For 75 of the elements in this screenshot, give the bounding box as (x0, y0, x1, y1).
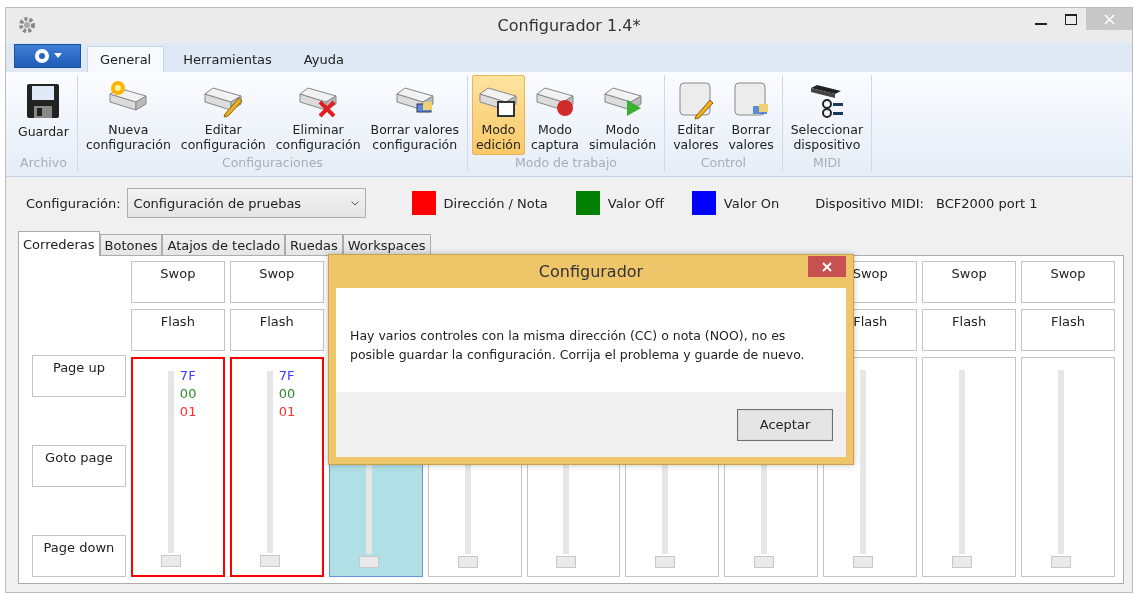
fader-slot[interactable] (1021, 357, 1115, 577)
slider-thumb[interactable] (259, 555, 280, 567)
application-menu-button[interactable] (14, 44, 81, 69)
ribbon-button[interactable]: Editar configuración (176, 75, 270, 156)
group-label: Configuraciones (221, 155, 323, 173)
group-label: Modo de trabajo (515, 155, 618, 173)
ribbon-button[interactable]: Eliminar configuración (271, 75, 365, 156)
midi-value: 01 (278, 403, 296, 421)
dialog-close-button[interactable] (808, 256, 846, 277)
window-title: Configurador 1.4* (497, 15, 641, 35)
fader-slot[interactable]: 7F 00 01 (130, 357, 225, 577)
slider-thumb[interactable] (556, 556, 577, 568)
swop-cell[interactable]: Swop (229, 261, 324, 303)
ribbon-button[interactable]: Editar valores (669, 75, 723, 156)
ribbon-button[interactable]: Modo edición (471, 75, 525, 156)
close-icon (1103, 13, 1115, 25)
flash-cell[interactable]: Flash (130, 309, 225, 351)
slider-thumb[interactable] (457, 556, 478, 568)
tab[interactable]: Atajos de teclado (162, 234, 286, 256)
fader-slot[interactable] (922, 357, 1017, 577)
slider-thumb[interactable] (754, 556, 775, 568)
slider-thumb[interactable] (952, 556, 973, 568)
tab[interactable]: Botones (99, 234, 163, 256)
device-label: Dispositivo MIDI: (815, 195, 924, 211)
midi-value: 00 (179, 385, 197, 403)
configuration-dropdown[interactable]: Configuración de pruebas (126, 188, 366, 219)
legend-label: Valor On (723, 195, 780, 211)
device-name: BCF2000 port 1 (936, 195, 1038, 211)
page-button[interactable]: Goto page (32, 445, 126, 487)
configuration-label: Configuración: (26, 195, 121, 211)
chevron-down-icon (350, 200, 359, 206)
page-button[interactable]: Page down (32, 535, 126, 577)
legend-label: Dirección / Nota (443, 195, 548, 211)
slider-thumb[interactable] (160, 555, 181, 567)
group-label: Control (700, 155, 746, 173)
tab[interactable]: Ruedas (285, 234, 343, 256)
midi-value: 7F (179, 367, 197, 385)
midi-value: 7F (278, 367, 296, 385)
ribbon-tab[interactable]: Ayuda (290, 46, 357, 73)
slider-thumb[interactable] (358, 556, 379, 568)
ribbon-button[interactable]: Nueva configuración (81, 75, 175, 156)
ribbon-tab[interactable]: Herramientas (170, 46, 285, 73)
ribbon-button[interactable]: Modo simulación (585, 75, 661, 156)
ribbon-button[interactable]: Borrar valores configuración (366, 75, 463, 156)
legend-label: Valor Off (607, 195, 664, 211)
gear-icon (18, 16, 36, 35)
ribbon-button[interactable]: Guardar (14, 75, 73, 156)
app-logo-icon (33, 48, 50, 65)
tab[interactable]: Correderas (18, 231, 100, 256)
flash-cell[interactable]: Flash (922, 309, 1017, 351)
minimize-icon (1035, 23, 1047, 25)
swop-cell[interactable]: Swop (922, 261, 1017, 303)
dialog-message: Hay varios controles con la misma dirección (CC) o nota (NOO), no es posible guardar la configuración. Corrija el problema y guarde de nuevo. (349, 327, 806, 364)
dialog-title: Configurador (538, 262, 644, 281)
flash-cell[interactable]: Flash (229, 309, 324, 351)
ribbon-tab[interactable]: General (87, 46, 165, 73)
slider-thumb[interactable] (1051, 556, 1071, 568)
slider-thumb[interactable] (655, 556, 676, 568)
slider-thumb[interactable] (853, 556, 874, 568)
midi-value: 01 (179, 403, 197, 421)
page-button[interactable]: Page up (32, 355, 126, 397)
caret-icon (53, 53, 62, 60)
ribbon-button[interactable]: Borrar valores (724, 75, 778, 156)
maximize-icon (1065, 13, 1077, 25)
fader-slot[interactable]: 7F 00 01 (229, 357, 324, 577)
swop-cell[interactable]: Swop (1021, 261, 1115, 303)
group-label: Archivo (20, 155, 67, 173)
ribbon-button[interactable]: Seleccionar dispositivo (786, 75, 868, 156)
close-icon (822, 261, 832, 272)
swop-cell[interactable]: Swop (130, 261, 225, 303)
ribbon-button[interactable]: Modo captura (526, 75, 583, 156)
midi-value: 00 (278, 385, 296, 403)
group-label: MIDI (812, 155, 841, 173)
accept-button[interactable]: Aceptar (737, 408, 833, 441)
flash-cell[interactable]: Flash (1021, 309, 1115, 351)
